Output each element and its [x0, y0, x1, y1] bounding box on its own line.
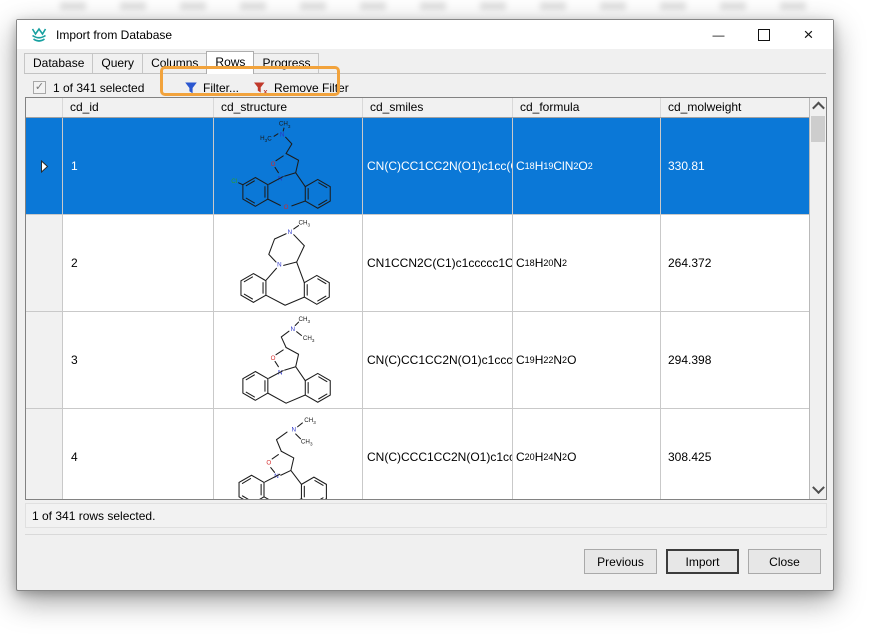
funnel-icon	[185, 82, 197, 93]
select-all-checkbox[interactable]: ✓	[33, 81, 46, 94]
svg-text:H3C: H3C	[260, 135, 272, 143]
svg-text:N: N	[291, 326, 296, 333]
scroll-down-button[interactable]	[810, 481, 826, 499]
column-header-cd-smiles[interactable]: cd_smiles	[363, 98, 513, 117]
svg-text:N: N	[277, 261, 282, 268]
window-title: Import from Database	[56, 27, 173, 42]
selection-count-label: 1 of 341 selected	[53, 80, 145, 95]
svg-text:O: O	[271, 161, 276, 168]
blurred-background-window	[60, 2, 820, 10]
current-row-arrow-icon	[40, 159, 48, 173]
chevron-up-icon	[811, 101, 825, 115]
svg-text:CH3: CH3	[303, 335, 315, 343]
tab-database[interactable]: Database	[24, 53, 94, 73]
close-button[interactable]: Close	[748, 549, 821, 574]
filter-button[interactable]: Filter...	[177, 78, 246, 98]
structure-image-row3: N O N CH3 CH3	[242, 316, 331, 404]
tab-progress[interactable]: Progress	[253, 53, 320, 73]
cell-cd-smiles: CN1CCN2C(C1)c1ccccc1Cc…	[363, 215, 513, 312]
cell-cd-molweight: 264.372	[661, 215, 810, 312]
svg-text:O: O	[271, 355, 276, 362]
cell-cd-formula: C 18 H 19 ClN 2 O 2	[513, 118, 661, 215]
column-header-cd-id[interactable]: cd_id	[63, 98, 214, 117]
cell-cd-id: 2	[63, 215, 214, 312]
column-header-selector	[26, 98, 63, 117]
cell-cd-smiles: CN(C)CC1CC2N(O1)c1cc(C…	[363, 118, 513, 215]
table-header-row: cd_id cd_structure cd_smiles cd_formula …	[26, 98, 810, 118]
cell-cd-id: 4	[63, 409, 214, 499]
status-text: 1 of 341 rows selected.	[32, 508, 156, 523]
scrollbar-thumb[interactable]	[811, 116, 825, 142]
app-logo-icon	[31, 27, 47, 42]
svg-text:x: x	[264, 89, 268, 95]
footer-divider	[25, 534, 827, 535]
table-row[interactable]: 4 N O N CH3 CH3 CN(C)CCC1CC2N(O1)c1cc… C…	[26, 409, 810, 499]
cell-cd-smiles: CN(C)CCC1CC2N(O1)c1cc…	[363, 409, 513, 499]
svg-text:O: O	[266, 459, 271, 466]
svg-text:N: N	[280, 131, 285, 138]
svg-text:N: N	[292, 427, 297, 434]
tab-strip: Database Query Columns Rows Progress	[24, 51, 826, 74]
remove-filter-button[interactable]: x Remove Filter	[246, 78, 356, 98]
tab-columns[interactable]: Columns	[142, 53, 208, 73]
svg-text:CH3: CH3	[301, 439, 313, 447]
cell-cd-structure: N N CH3	[214, 215, 363, 312]
column-header-cd-formula[interactable]: cd_formula	[513, 98, 661, 117]
results-table: cd_id cd_structure cd_smiles cd_formula …	[25, 97, 827, 500]
svg-text:CH3: CH3	[299, 316, 311, 324]
svg-text:CH3: CH3	[279, 121, 291, 129]
svg-text:Cl: Cl	[231, 178, 237, 185]
import-button[interactable]: Import	[666, 549, 739, 574]
cell-cd-molweight: 294.398	[661, 312, 810, 409]
table-row[interactable]: 1 O Cl N O N CH3 H3C CN(C)CC1CC2N(O1)c1c…	[26, 118, 810, 215]
column-header-cd-structure[interactable]: cd_structure	[214, 98, 363, 117]
svg-text:O: O	[284, 204, 289, 211]
close-window-button[interactable]: ×	[786, 20, 831, 49]
previous-button[interactable]: Previous	[584, 549, 657, 574]
cell-cd-molweight: 330.81	[661, 118, 810, 215]
cell-cd-id: 1	[63, 118, 214, 215]
tab-query[interactable]: Query	[92, 53, 144, 73]
cell-cd-formula: C 20 H 24 N 2 O	[513, 409, 661, 499]
minimize-button[interactable]: —	[696, 20, 741, 49]
status-bar: 1 of 341 rows selected.	[25, 503, 827, 528]
chevron-down-icon	[811, 481, 825, 495]
funnel-x-icon: x	[254, 82, 268, 95]
cell-cd-formula: C 18 H 20 N 2	[513, 215, 661, 312]
structure-image-row1: O Cl N O N CH3 H3C	[231, 121, 331, 211]
scroll-up-button[interactable]	[810, 98, 826, 115]
cell-cd-smiles: CN(C)CC1CC2N(O1)c1cccc…	[363, 312, 513, 409]
import-from-database-dialog: Import from Database — × Database Query …	[16, 19, 834, 591]
svg-text:CH3: CH3	[304, 417, 316, 425]
cell-cd-molweight: 308.425	[661, 409, 810, 499]
table-row[interactable]: 2 N N CH3 CN1CCN2C(C1)c1ccccc1Cc… C18H	[26, 215, 810, 312]
table-row[interactable]: 3 N O N CH3 CH3 CN(C)CC1CC2N(O1)c1ccc C …	[26, 312, 810, 409]
cell-cd-structure: N O N CH3 CH3	[214, 409, 363, 499]
maximize-button[interactable]	[741, 20, 786, 49]
footer-button-row: Previous Import Close	[584, 549, 821, 574]
vertical-scrollbar[interactable]	[809, 98, 826, 499]
cell-cd-structure: N O N CH3 CH3	[214, 312, 363, 409]
screenshot-root: { "window": { "title": "Import from Data…	[0, 0, 882, 635]
structure-image-row2: N N CH3	[240, 220, 330, 306]
title-bar: Import from Database — ×	[17, 20, 833, 49]
cell-cd-id: 3	[63, 312, 214, 409]
svg-text:CH3: CH3	[299, 220, 311, 228]
cell-cd-structure: O Cl N O N CH3 H3C	[214, 118, 363, 215]
column-header-cd-molweight[interactable]: cd_molweight	[661, 98, 810, 117]
check-icon: ✓	[34, 81, 45, 93]
maximize-icon	[757, 28, 770, 41]
cell-cd-formula: C 19 H 22 N 2 O	[513, 312, 661, 409]
structure-image-row4: N O N CH3 CH3	[238, 417, 327, 499]
tab-rows[interactable]: Rows	[206, 51, 255, 74]
svg-text:N: N	[288, 229, 293, 236]
